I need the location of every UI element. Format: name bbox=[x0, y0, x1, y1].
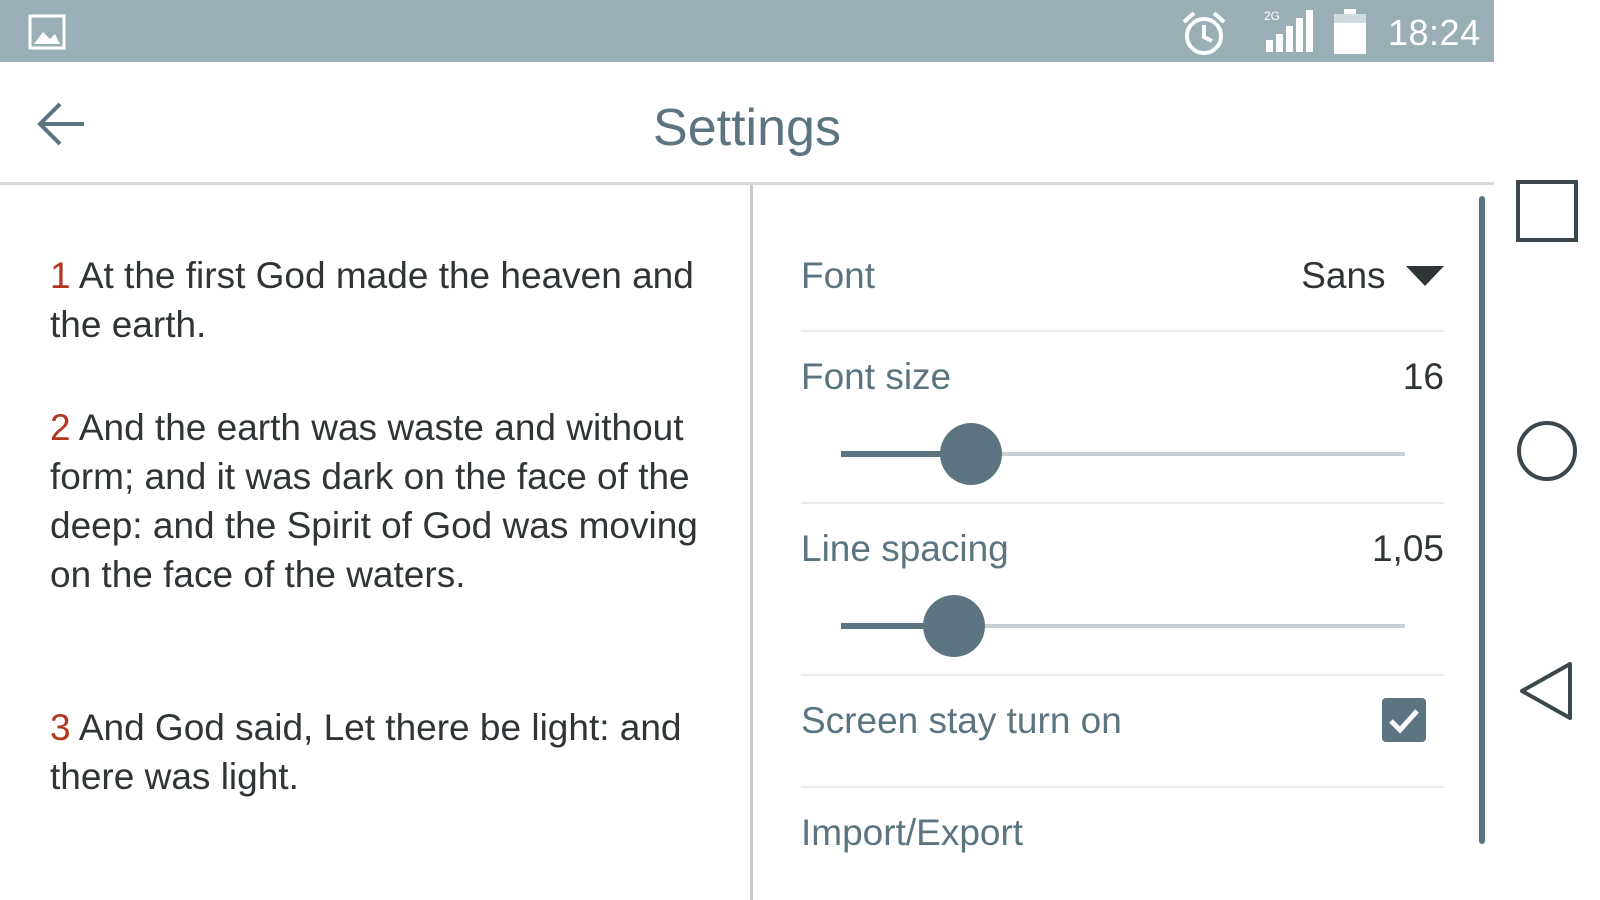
slider-thumb[interactable] bbox=[922, 595, 985, 657]
nav-back-button[interactable] bbox=[1514, 658, 1580, 724]
scrollbar[interactable] bbox=[1479, 196, 1485, 844]
back-icon bbox=[1520, 662, 1572, 720]
gallery-icon bbox=[28, 14, 66, 50]
slider-thumb[interactable] bbox=[939, 423, 1002, 485]
recent-apps-button[interactable] bbox=[1514, 178, 1580, 244]
font-value: Sans bbox=[1301, 255, 1386, 296]
status-bar: 2G 18:24 bbox=[0, 0, 1494, 62]
checkmark-icon bbox=[1389, 709, 1419, 734]
alarm-clock-icon bbox=[1182, 11, 1226, 55]
verse-2: 2 And the earth was waste and without fo… bbox=[50, 403, 710, 599]
font-size-label: Font size bbox=[801, 356, 952, 397]
page-title: Settings bbox=[653, 99, 841, 157]
font-size-setting-row: Font size 16 bbox=[801, 330, 1444, 504]
font-setting-row[interactable]: Font Sans bbox=[801, 185, 1444, 332]
screen: 2G 18:24 Settings 1 At the first God mad… bbox=[0, 0, 1600, 900]
recent-apps-icon bbox=[1516, 180, 1578, 242]
signal-icon: 2G bbox=[1264, 9, 1313, 52]
line-spacing-slider[interactable] bbox=[841, 594, 1405, 658]
screen-on-setting-row[interactable]: Screen stay turn on bbox=[801, 674, 1444, 788]
font-size-slider[interactable] bbox=[841, 422, 1405, 486]
line-spacing-label: Line spacing bbox=[801, 528, 1009, 569]
home-button[interactable] bbox=[1514, 418, 1580, 484]
network-type-label: 2G bbox=[1264, 9, 1280, 23]
import-export-row[interactable]: Import/Export bbox=[801, 786, 1444, 900]
import-export-label: Import/Export bbox=[801, 812, 1024, 853]
verse-number: 2 bbox=[50, 407, 71, 448]
screen-on-checkbox[interactable] bbox=[1382, 698, 1426, 742]
screen-on-label: Screen stay turn on bbox=[801, 700, 1122, 741]
nav-bar bbox=[1494, 0, 1600, 900]
app-bar: Settings bbox=[0, 62, 1494, 185]
status-clock: 18:24 bbox=[1388, 12, 1481, 53]
caret-down-icon bbox=[1406, 266, 1444, 286]
font-label: Font bbox=[801, 255, 876, 296]
verse-text: And God said, Let there be light: and th… bbox=[50, 707, 682, 797]
reading-pane: 1 At the first God made the heaven and t… bbox=[0, 185, 753, 900]
verse-text: And the earth was waste and without form… bbox=[50, 407, 698, 595]
font-dropdown[interactable]: Sans bbox=[1301, 255, 1444, 297]
verse-number: 1 bbox=[50, 255, 71, 296]
settings-panel: Font Sans Font size 16 Line spacing 1,05 bbox=[753, 185, 1494, 900]
line-spacing-setting-row: Line spacing 1,05 bbox=[801, 502, 1444, 676]
verse-number: 3 bbox=[50, 707, 71, 748]
home-icon bbox=[1517, 421, 1577, 481]
font-size-value: 16 bbox=[1402, 356, 1444, 397]
verse-3: 3 And God said, Let there be light: and … bbox=[50, 703, 710, 801]
line-spacing-value: 1,05 bbox=[1371, 528, 1444, 569]
battery-icon bbox=[1334, 9, 1366, 54]
verse-text: At the first God made the heaven and the… bbox=[50, 255, 694, 345]
verse-1: 1 At the first God made the heaven and t… bbox=[50, 251, 710, 349]
